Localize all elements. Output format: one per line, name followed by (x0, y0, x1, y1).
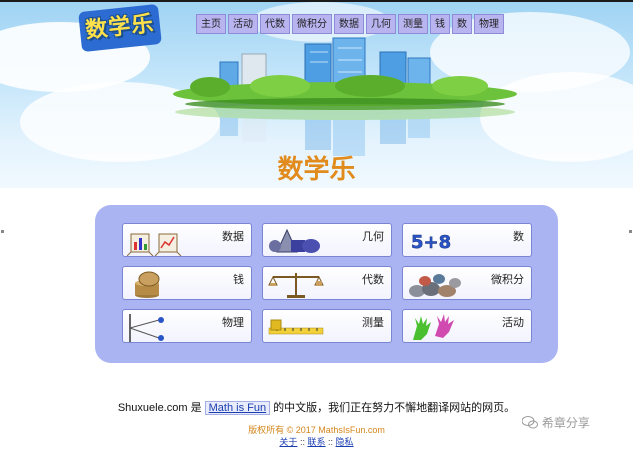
wechat-icon (521, 416, 538, 429)
scroll-edge-marker (629, 230, 632, 233)
hands-icon (413, 314, 454, 340)
tile-calculus[interactable]: 微积分 (402, 266, 532, 300)
tile-activities[interactable]: 活动 (402, 309, 532, 343)
contact-link[interactable]: 联系 (307, 437, 325, 447)
coins-icon (135, 271, 160, 298)
description-suffix: 的中文版，我们正在努力不懈地翻译网站的网页。 (273, 402, 516, 414)
tile-label: 微积分 (491, 273, 524, 286)
nav-item-activities[interactable]: 活动 (228, 14, 258, 34)
data-chart-icon (127, 233, 182, 256)
math-is-fun-link[interactable]: Math is Fun (204, 401, 271, 415)
tile-label: 物理 (222, 316, 244, 329)
tile-label: 活动 (502, 316, 524, 329)
tile-algebra[interactable]: 代数 (262, 266, 392, 300)
site-description: Shuxuele.com 是 Math is Fun 的中文版，我们正在努力不懈… (0, 399, 633, 415)
wechat-watermark: 希章分享 (521, 414, 590, 431)
privacy-link[interactable]: 隐私 (336, 437, 354, 447)
city-island-illustration (173, 37, 517, 156)
nav-item-money[interactable]: 钱 (430, 14, 450, 34)
top-nav: 主页 活动 代数 微积分 数据 几何 测量 钱 数 物理 (196, 14, 504, 34)
site-logo[interactable]: 数学乐 (78, 3, 162, 53)
hero-banner: 数学乐 主页 活动 代数 微积分 数据 几何 测量 钱 数 物理 数学乐 (0, 2, 633, 188)
nav-item-data[interactable]: 数据 (334, 14, 364, 34)
tile-label: 代数 (362, 273, 384, 286)
tile-numbers[interactable]: 5+8 数 (402, 223, 532, 257)
tile-money[interactable]: 钱 (122, 266, 252, 300)
nav-item-measurement[interactable]: 测量 (398, 14, 428, 34)
link-separator: :: (299, 437, 305, 447)
nav-item-algebra[interactable]: 代数 (260, 14, 290, 34)
nav-item-calculus[interactable]: 微积分 (292, 14, 332, 34)
tile-physics[interactable]: 物理 (122, 309, 252, 343)
tile-measurement[interactable]: 测量 (262, 309, 392, 343)
tile-label: 数 (513, 230, 524, 243)
nav-item-geometry[interactable]: 几何 (366, 14, 396, 34)
pendulum-icon (129, 314, 164, 342)
nav-item-physics[interactable]: 物理 (474, 14, 504, 34)
tile-label: 钱 (233, 273, 244, 286)
link-separator: :: (328, 437, 334, 447)
tape-measure-icon (268, 319, 324, 335)
numbers-icon: 5+8 (411, 232, 452, 254)
tile-geometry[interactable]: 几何 (262, 223, 392, 257)
tile-data[interactable]: 数据 (122, 223, 252, 257)
description-prefix: Shuxuele.com 是 (117, 402, 202, 414)
nav-item-numbers[interactable]: 数 (452, 14, 472, 34)
page-title: 数学乐 (277, 155, 356, 185)
tile-label: 几何 (362, 230, 384, 243)
balance-scale-icon (268, 273, 324, 298)
scroll-edge-marker (1, 230, 4, 233)
tile-label: 测量 (362, 316, 384, 329)
tile-label: 数据 (222, 230, 244, 243)
nav-item-home[interactable]: 主页 (196, 14, 226, 34)
topic-panel: 数据 几何 5+8 数 钱 代数 微积分 物理 测量 活动 (95, 205, 558, 363)
about-link[interactable]: 关于 (279, 437, 297, 447)
watermark-text: 希章分享 (541, 416, 590, 430)
stones-icon (409, 274, 461, 297)
footer-links: 关于 :: 联系 :: 隐私 (0, 435, 633, 448)
geometry-shapes-icon (269, 228, 320, 253)
numbers-pic-text: 5+8 (411, 232, 451, 253)
